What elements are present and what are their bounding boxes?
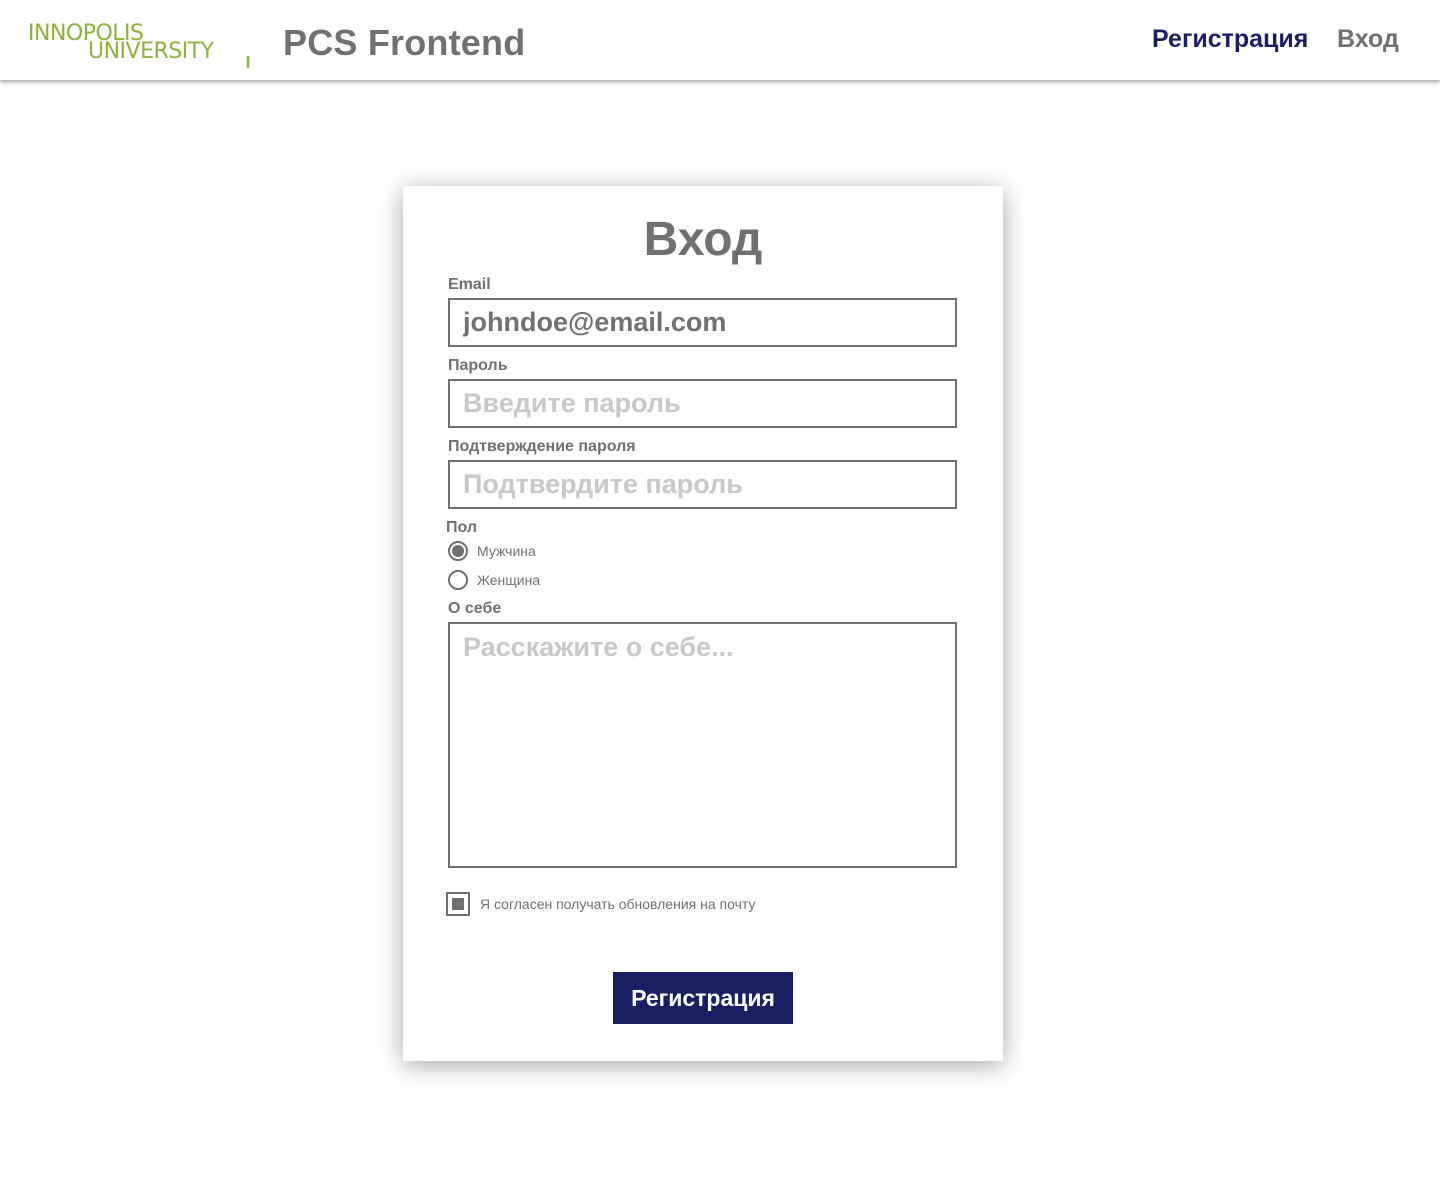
innopolis-university-logo[interactable]: INNOPOLIS UNIVERSITY [28, 20, 254, 70]
radio-button-icon[interactable] [448, 570, 468, 590]
password-label: Пароль [448, 357, 508, 374]
checkbox-icon[interactable] [446, 892, 470, 916]
about-textarea[interactable] [448, 622, 957, 868]
nav-login-link[interactable]: Вход [1337, 25, 1399, 54]
register-submit-button[interactable]: Регистрация [613, 972, 793, 1024]
password-field[interactable] [448, 379, 957, 428]
subscribe-checkbox-row[interactable]: Я согласен получать обновления на почту [446, 892, 755, 916]
checkbox-checked-mark-icon [452, 898, 464, 910]
gender-option-label: Женщина [477, 572, 541, 588]
about-label: О себе [448, 600, 502, 617]
email-field[interactable] [448, 298, 957, 347]
nav-register-link[interactable]: Регистрация [1152, 25, 1308, 54]
radio-button-icon[interactable] [448, 541, 468, 561]
password-confirm-label: Подтверждение пароля [448, 438, 636, 455]
gender-option-label: Мужчина [477, 543, 536, 559]
app-title: PCS Frontend [283, 22, 526, 63]
radio-selected-dot-icon [452, 545, 464, 557]
subscribe-label: Я согласен получать обновления на почту [480, 896, 756, 912]
form-title: Вход [643, 213, 763, 266]
email-label: Email [448, 276, 491, 293]
password-confirm-field[interactable] [448, 460, 957, 509]
registration-card: Вход Email Пароль Подтверждение пароля П… [403, 186, 1003, 1061]
gender-radio-male[interactable]: Мужчина [448, 541, 536, 561]
gender-radio-female[interactable]: Женщина [448, 570, 540, 590]
svg-text:UNIVERSITY: UNIVERSITY [88, 39, 215, 64]
top-header: INNOPOLIS UNIVERSITY PCS Frontend Регист… [0, 0, 1440, 80]
gender-label: Пол [446, 519, 478, 536]
